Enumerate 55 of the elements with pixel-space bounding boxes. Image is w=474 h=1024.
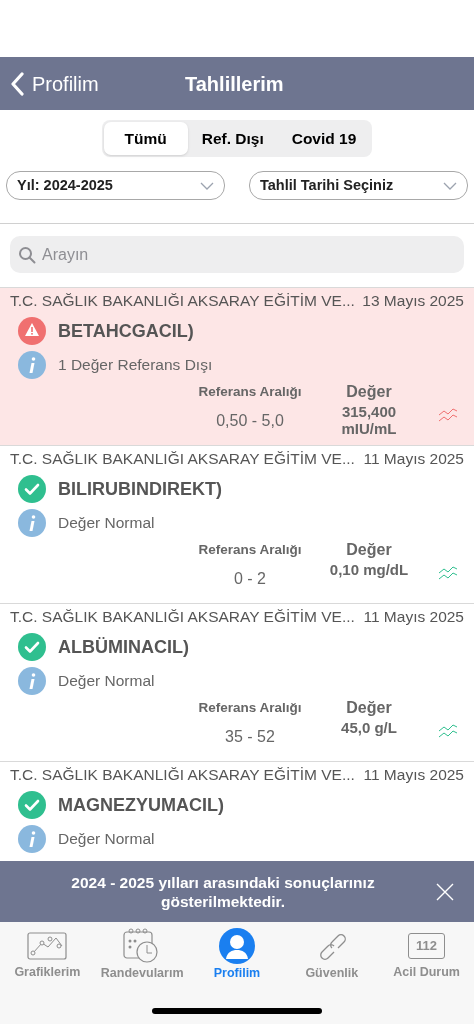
result-info: Değer Normal <box>58 829 155 850</box>
result-date: 11 Mayıs 2025 <box>363 449 464 469</box>
person-icon <box>219 928 255 964</box>
result-card[interactable]: T.C. SAĞLIK BAKANLIĞI AKSARAY EĞİTİM VE... 13 Mayıs 2025 BETAHCGACIL) 1 Değer Referans Dışı Referans Aralığı 0,50 - 5,0 Değer 315,400 mIU/mL <box>0 287 474 445</box>
segment-tab[interactable]: Ref. Dışı <box>187 122 278 155</box>
range-label: Referans Aralığı <box>198 383 302 401</box>
reference-range: 35 - 52 <box>225 727 275 747</box>
close-icon <box>436 882 454 901</box>
emergency-number-icon: 112 <box>408 932 446 959</box>
result-date: 13 Mayıs 2025 <box>362 291 464 311</box>
value-label: Değer <box>346 383 392 401</box>
dropdown-select[interactable]: Yıl: 2024-2025 <box>6 171 225 200</box>
result-info: Değer Normal <box>58 513 155 534</box>
result-info: 1 Değer Referans Dışı <box>58 355 213 376</box>
dropdown-select[interactable]: Tahlil Tarihi Seçiniz <box>249 171 468 200</box>
trend-chart-icon[interactable] <box>438 565 458 581</box>
search-field[interactable]: Arayın <box>10 236 464 273</box>
banner-message: 2024 - 2025 yılları arasındaki sonuçlarınız gösterilmektedir. <box>70 872 376 911</box>
info-icon <box>18 351 46 379</box>
hospital-name: T.C. SAĞLIK BAKANLIĞI AKSARAY EĞİTİM VE... <box>10 607 355 627</box>
info-icon <box>18 509 46 537</box>
page-title: Tahlillerim <box>185 71 284 97</box>
test-name: BETAHCGACIL) <box>58 319 194 343</box>
back-button[interactable]: Profilim <box>10 68 99 99</box>
result-value: 0,10 mg/dL <box>328 561 410 578</box>
segment-tab[interactable]: Covid 19 <box>277 122 371 155</box>
reference-range: 0 - 2 <box>234 569 266 589</box>
chevron-down-icon <box>200 181 214 190</box>
segment-tab[interactable]: Tümü <box>103 122 188 155</box>
chevron-down-icon <box>443 181 457 190</box>
result-date: 11 Mayıs 2025 <box>363 765 464 785</box>
range-label: Referans Aralığı <box>198 699 302 717</box>
close-button[interactable] <box>436 882 454 901</box>
line-chart-icon <box>27 931 68 960</box>
result-info: Değer Normal <box>58 671 155 692</box>
hospital-name: T.C. SAĞLIK BAKANLIĞI AKSARAY EĞİTİM VE... <box>10 291 355 311</box>
result-date: 11 Mayıs 2025 <box>363 607 464 627</box>
info-icon <box>18 825 46 853</box>
test-name: BILIRUBINDIREKT) <box>58 477 222 501</box>
info-icon <box>18 667 46 695</box>
result-value: 45,0 g/L <box>340 719 398 736</box>
tab-bar-item[interactable]: Profilim <box>192 928 282 982</box>
hospital-name: T.C. SAĞLIK BAKANLIĞI AKSARAY EĞİTİM VE... <box>10 449 355 469</box>
result-value: 315,400 mIU/mL <box>340 403 398 437</box>
reference-range: 0,50 - 5,0 <box>216 411 284 431</box>
chevron-left-icon <box>10 71 24 96</box>
search-icon <box>18 246 36 264</box>
value-label: Değer <box>346 699 392 717</box>
hospital-name: T.C. SAĞLIK BAKANLIĞI AKSARAY EĞİTİM VE... <box>10 765 355 785</box>
value-label: Değer <box>346 541 392 559</box>
range-label: Referans Aralığı <box>198 541 302 559</box>
test-name: ALBÜMINACIL) <box>58 635 189 659</box>
test-name: MAGNEZYUMACIL) <box>58 793 224 817</box>
trend-chart-icon[interactable] <box>438 723 458 739</box>
trend-chart-icon[interactable] <box>438 407 458 423</box>
